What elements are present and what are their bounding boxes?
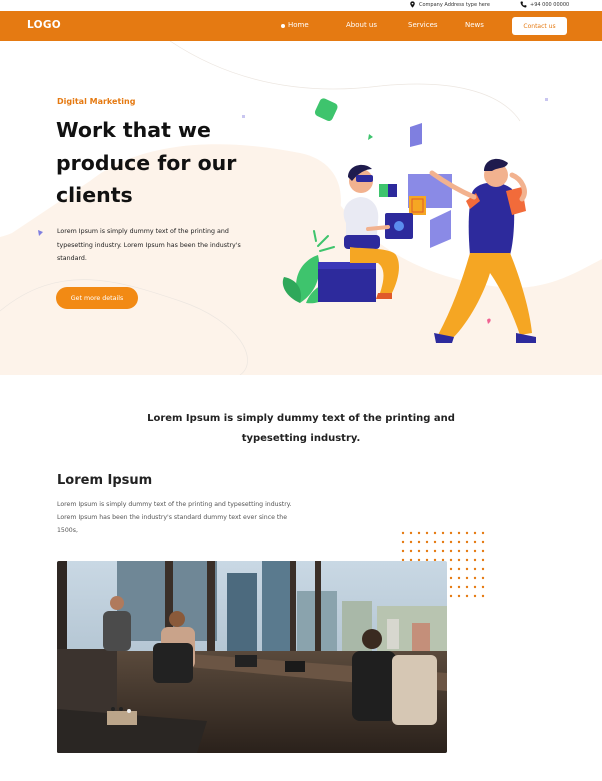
grid-dot — [425, 549, 429, 553]
dot-decoration — [545, 98, 548, 101]
green-square-decoration — [314, 98, 338, 121]
woman-shoe — [376, 293, 392, 299]
grid-dot — [465, 594, 469, 598]
grid-dot — [465, 576, 469, 580]
grid-dot — [481, 531, 485, 535]
floating-panel — [379, 184, 388, 197]
grid-dot — [409, 549, 413, 553]
grid-dot — [441, 540, 445, 544]
grid-dot — [433, 549, 437, 553]
intro-tagline: Lorem Ipsum is simply dummy text of the … — [147, 413, 455, 444]
floating-panel — [388, 184, 397, 197]
man-shoe — [516, 333, 536, 343]
digital-marketing-illustration — [38, 98, 548, 343]
grid-dot — [473, 567, 477, 571]
map-pin-icon — [410, 1, 415, 8]
grid-dot — [441, 531, 445, 535]
grid-dot — [401, 540, 405, 544]
grid-dot — [473, 549, 477, 553]
grid-dot — [401, 549, 405, 553]
stool-top — [318, 262, 376, 269]
phone-icon — [520, 1, 527, 8]
grid-dot — [465, 531, 469, 535]
grid-dot — [409, 540, 413, 544]
grid-dot — [481, 549, 485, 553]
grid-dot — [457, 585, 461, 589]
company-address: Company Address type here — [409, 1, 490, 8]
grid-dot — [449, 540, 453, 544]
grid-dot — [425, 540, 429, 544]
site-logo[interactable]: LOGO — [27, 19, 61, 31]
grid-dot — [449, 576, 453, 580]
floating-panel — [410, 123, 422, 147]
grid-dot — [481, 558, 485, 562]
top-info-bar: Company Address type here +94 000 00000 — [0, 0, 602, 11]
vr-headset — [356, 175, 373, 182]
grid-dot — [473, 585, 477, 589]
grid-dot — [417, 531, 421, 535]
woman-vest — [344, 235, 380, 249]
grid-dot — [465, 549, 469, 553]
grid-dot — [433, 540, 437, 544]
main-navbar: LOGO Home About us Services News Contact… — [0, 11, 602, 41]
grid-dot — [449, 558, 453, 562]
grid-dot — [481, 594, 485, 598]
man-pants — [438, 253, 532, 339]
grid-dot — [457, 549, 461, 553]
grid-dot — [401, 531, 405, 535]
section-paragraph: Lorem Ipsum is simply dummy text of the … — [57, 501, 292, 534]
contact-us-button[interactable]: Contact us — [512, 17, 567, 35]
grid-dot — [465, 567, 469, 571]
section-heading: Lorem Ipsum — [57, 473, 153, 488]
grid-dot — [473, 540, 477, 544]
grid-dot — [457, 567, 461, 571]
grid-dot — [417, 540, 421, 544]
grid-dot — [465, 540, 469, 544]
grid-dot — [457, 558, 461, 562]
dot-decoration — [242, 115, 245, 118]
grid-dot — [425, 531, 429, 535]
grid-dot — [417, 549, 421, 553]
grid-dot — [481, 540, 485, 544]
grid-dot — [465, 558, 469, 562]
grid-dot — [449, 567, 453, 571]
woman-arm — [366, 225, 390, 231]
plant-stem — [313, 230, 335, 252]
nav-link-home[interactable]: Home — [281, 21, 309, 29]
nav-link-news[interactable]: News — [465, 21, 484, 29]
grid-dot — [457, 540, 461, 544]
grid-dot — [449, 549, 453, 553]
grid-dot — [481, 585, 485, 589]
company-phone[interactable]: +94 000 00000 — [520, 1, 569, 8]
company-phone-text: +94 000 00000 — [530, 1, 570, 8]
grid-dot — [457, 576, 461, 580]
heart-decoration — [487, 318, 491, 324]
nav-link-about-us[interactable]: About us — [346, 21, 377, 29]
grid-dot — [449, 531, 453, 535]
grid-dot — [473, 531, 477, 535]
grid-dot — [465, 585, 469, 589]
grid-dot — [449, 585, 453, 589]
company-address-text: Company Address type here — [419, 1, 490, 8]
grid-dot — [481, 567, 485, 571]
laptop-logo — [394, 221, 404, 231]
grid-dot — [457, 531, 461, 535]
grid-dot — [481, 576, 485, 580]
grid-dot — [473, 558, 477, 562]
grid-dot — [473, 594, 477, 598]
grid-dot — [457, 594, 461, 598]
office-team-photo — [57, 561, 447, 753]
floating-panel — [430, 210, 451, 248]
grid-dot — [441, 549, 445, 553]
triangle-decoration — [38, 230, 43, 236]
nav-link-services[interactable]: Services — [408, 21, 438, 29]
triangle-decoration — [368, 134, 373, 140]
grid-dot — [473, 576, 477, 580]
grid-dot — [409, 531, 413, 535]
hero-section: Digital Marketing Work that we produce f… — [0, 41, 602, 375]
grid-dot — [433, 531, 437, 535]
grid-dot — [449, 594, 453, 598]
